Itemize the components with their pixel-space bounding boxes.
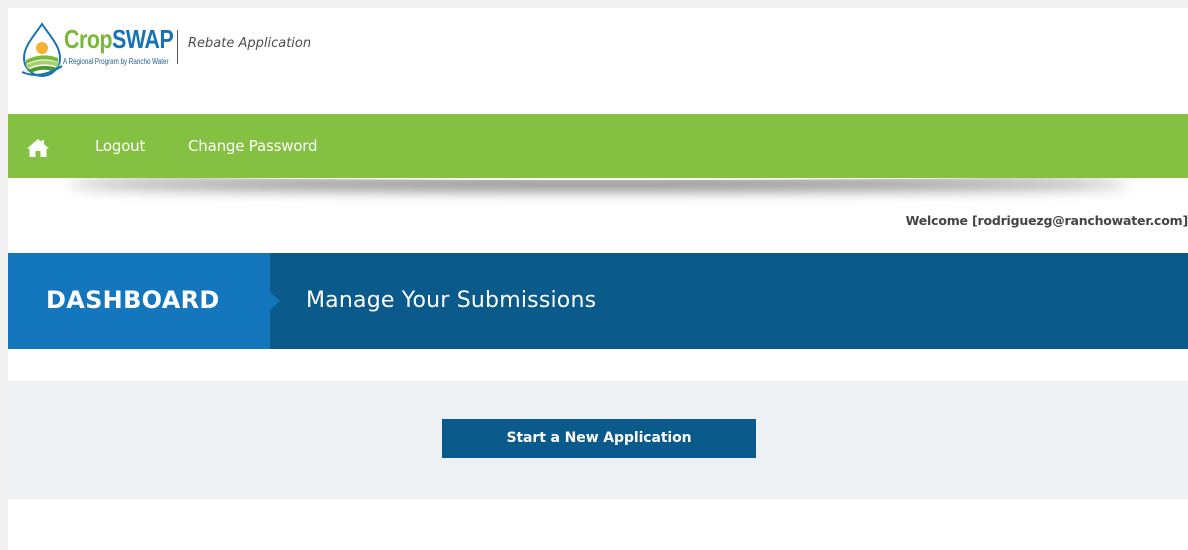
page-title: DASHBOARD [46,286,220,314]
app-subtitle: Rebate Application [188,36,312,51]
nav-change-password-link[interactable]: Change Password [188,136,317,156]
home-icon[interactable] [26,138,50,158]
cropswap-logo[interactable]: CropSWAP A Regional Program by Rancho Wa… [20,20,190,82]
action-panel: Start a New Application [8,381,1188,499]
page-subtitle: Manage Your Submissions [306,288,597,313]
cropswap-logo-icon [21,22,63,77]
start-new-application-button[interactable]: Start a New Application [442,419,756,458]
main-nav: Logout Change Password [8,114,1188,178]
logo-divider [177,30,178,64]
banner-notch [270,292,280,310]
dashboard-banner: DASHBOARD Manage Your Submissions [8,253,1188,349]
logo-word-crop: Crop [64,24,113,54]
logo-word-swap: SWAP [112,24,174,54]
page: CropSWAP A Regional Program by Rancho Wa… [8,8,1188,550]
header: CropSWAP A Regional Program by Rancho Wa… [8,8,1188,114]
logo-tagline: A Regional Program by Rancho Water [63,57,169,66]
nav-logout-link[interactable]: Logout [95,136,145,156]
logo-wordmark: CropSWAP [64,24,174,54]
dashboard-tab: DASHBOARD [8,253,270,349]
welcome-message: Welcome [rodriguezg@ranchowater.com] [905,213,1188,228]
